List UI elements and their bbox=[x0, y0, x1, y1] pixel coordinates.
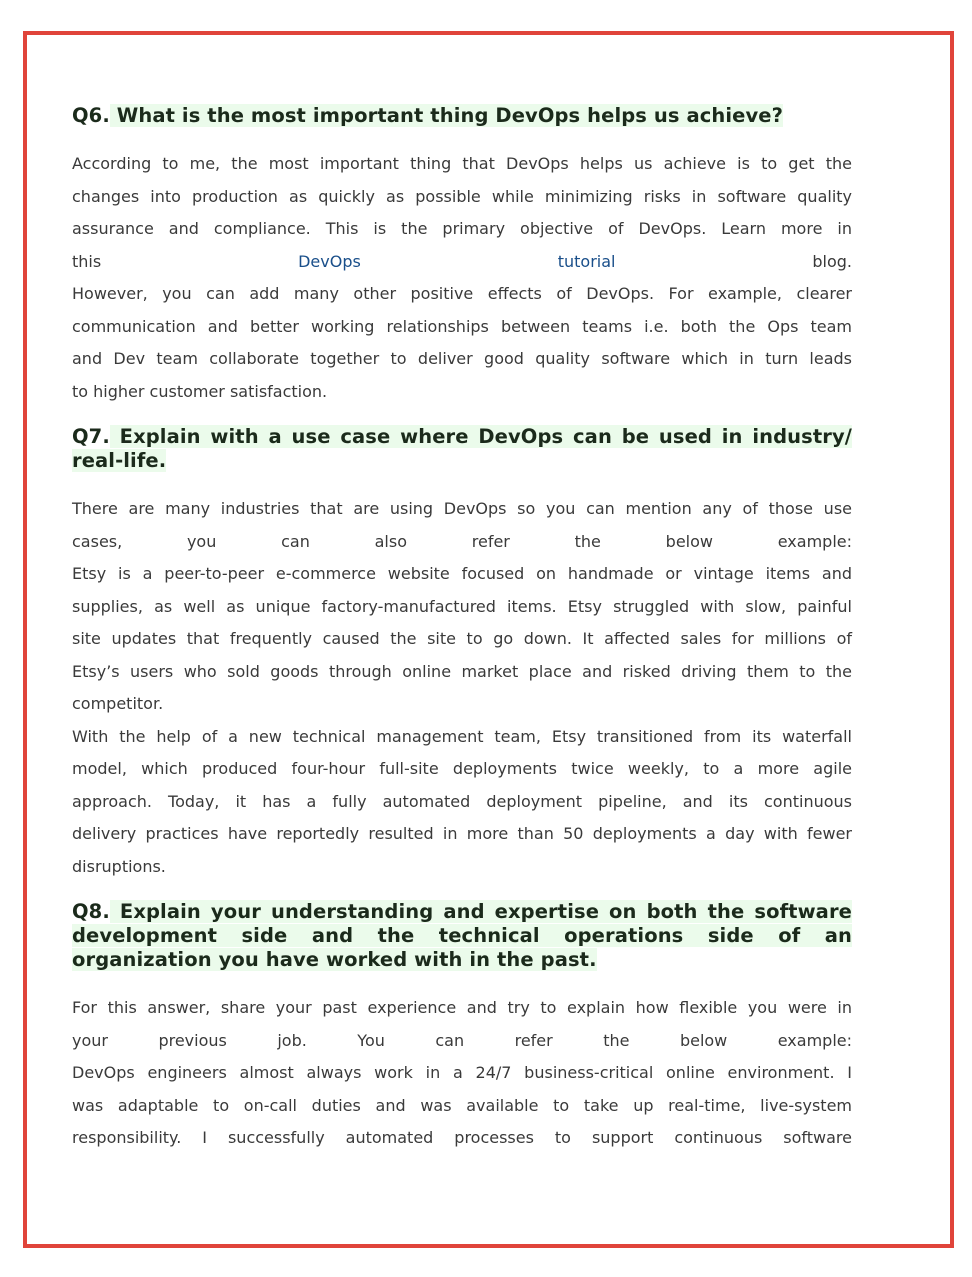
question-heading-q8: Q8. Explain your understanding and exper… bbox=[72, 900, 852, 972]
question-heading-q6: Q6. What is the most important thing Dev… bbox=[72, 104, 852, 128]
devops-link[interactable]: DevOps bbox=[298, 252, 361, 271]
answer-line: and Dev team collaborate together to del… bbox=[72, 349, 852, 368]
question-text: Explain with a use case where DevOps can… bbox=[72, 425, 852, 472]
answer-line: communication and better working relatio… bbox=[72, 316, 852, 336]
question-text: What is the most important thing DevOps … bbox=[109, 104, 784, 127]
question-text: Explain your understanding and expertise… bbox=[72, 900, 852, 971]
answer-line: approach. Today, it has a fully automate… bbox=[72, 791, 852, 811]
answer-line: With the help of a new technical managem… bbox=[72, 726, 852, 746]
answer-line: your previous job. You can refer the bel… bbox=[72, 1030, 852, 1050]
answer-line: Etsy is a peer-to-peer e-commerce websit… bbox=[72, 564, 852, 583]
question-number: Q8. bbox=[72, 900, 110, 923]
answer-q6: According to me, the most important thin… bbox=[72, 148, 852, 408]
answer-line: model, which produced four-hour full-sit… bbox=[72, 759, 852, 778]
answer-line: was adaptable to on-call duties and was … bbox=[72, 1095, 852, 1115]
answer-line: assurance and compliance. This is the pr… bbox=[72, 219, 852, 238]
answer-line: For this answer, share your past experie… bbox=[72, 998, 852, 1017]
line-prefix: this bbox=[72, 251, 299, 271]
question-number: Q7. bbox=[72, 425, 110, 448]
answer-line: Etsy’s users who sold goods through onli… bbox=[72, 661, 852, 681]
answer-line: There are many industries that are using… bbox=[72, 499, 852, 518]
answer-line: delivery practices have reportedly resul… bbox=[72, 824, 852, 843]
answer-line: site updates that frequently caused the … bbox=[72, 629, 852, 648]
tutorial-link[interactable]: tutorial bbox=[558, 252, 616, 271]
answer-line: competitor. bbox=[72, 694, 164, 713]
answer-q7: There are many industries that are using… bbox=[72, 493, 852, 883]
question-number: Q6. bbox=[72, 104, 110, 127]
answer-line: to higher customer satisfaction. bbox=[72, 381, 328, 401]
answer-line: cases, you can also refer the below exam… bbox=[72, 531, 852, 551]
line-suffix: blog. bbox=[615, 251, 852, 271]
answer-q8: For this answer, share your past experie… bbox=[72, 992, 852, 1155]
answer-line: changes into production as quickly as po… bbox=[72, 186, 852, 206]
question-heading-q7: Q7. Explain with a use case where DevOps… bbox=[72, 425, 852, 473]
answer-line: supplies, as well as unique factory-manu… bbox=[72, 596, 852, 616]
answer-line: However, you can add many other positive… bbox=[72, 284, 852, 303]
answer-line-with-links: this DevOps tutorial blog. bbox=[72, 246, 852, 279]
answer-line: responsibility. I successfully automated… bbox=[72, 1128, 852, 1147]
answer-line: According to me, the most important thin… bbox=[72, 154, 852, 173]
answer-line: disruptions. bbox=[72, 856, 166, 876]
answer-line: DevOps engineers almost always work in a… bbox=[72, 1063, 852, 1082]
document-content: Q6. What is the most important thing Dev… bbox=[72, 104, 852, 1155]
